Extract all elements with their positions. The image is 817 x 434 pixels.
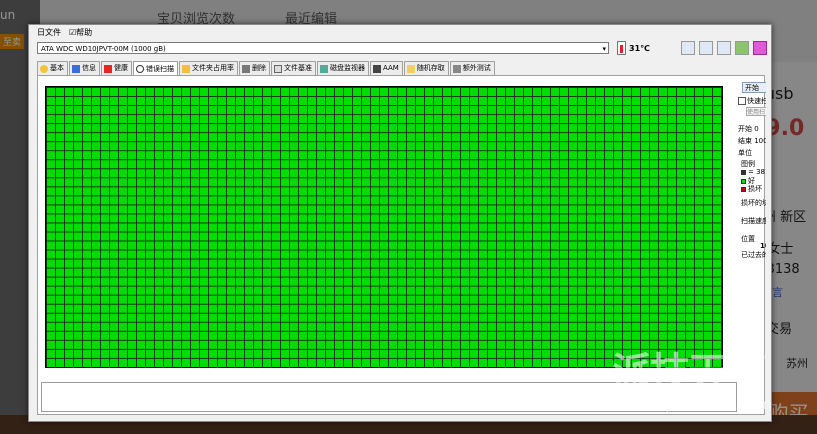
exit-icon[interactable]	[753, 41, 767, 55]
temperature-value: 31℃	[629, 43, 650, 53]
health-cross-icon	[104, 64, 112, 73]
temperature-display: 31℃	[617, 41, 650, 55]
toolbar-icons	[681, 41, 767, 55]
toolbar: ATA WDC WD10JPVT-00M (1000 gB) ▾ 31℃	[37, 39, 767, 61]
position-value: 10	[760, 242, 766, 250]
file-benchmark-icon	[274, 64, 282, 73]
tab-error-scan[interactable]: 错误扫描	[133, 61, 178, 76]
monitor-icon	[320, 64, 328, 73]
info-icon	[40, 64, 48, 73]
menu-bar: 日文件 ☑帮助	[37, 27, 92, 39]
save-icon[interactable]	[717, 41, 731, 55]
extra-tests-icon	[452, 64, 461, 73]
copy-screenshot-icon[interactable]	[699, 41, 713, 55]
start-button[interactable]: 开始	[742, 82, 766, 93]
drive-select-value: ATA WDC WD10JPVT-00M (1000 gB)	[41, 45, 166, 53]
quick-scan-checkbox[interactable]: 快速扫	[738, 96, 766, 106]
scan-speed-label: 扫描速度	[741, 217, 766, 225]
tab-disk-monitor[interactable]: 磁盘监视器	[317, 61, 369, 75]
tab-extra-tests[interactable]: 额外测试	[449, 61, 495, 75]
checkbox-icon	[738, 97, 746, 105]
tab-folder-usage[interactable]: 文件夹占用率	[179, 61, 238, 75]
position-label: 位置	[741, 235, 755, 243]
tab-random-access[interactable]: 随机存取	[403, 61, 449, 75]
watermark-logo: 派技天下	[612, 349, 766, 396]
tab-file-benchmark[interactable]: 文件基准	[271, 61, 316, 75]
legend-item-damaged: 损坏	[741, 184, 762, 194]
scan-grid	[46, 87, 722, 367]
legend-swatch	[741, 169, 746, 175]
use-scan-button[interactable]: 使用扫	[746, 107, 766, 116]
legend-swatch	[741, 186, 746, 192]
tab-info[interactable]: 信息	[69, 61, 100, 75]
drive-select[interactable]: ATA WDC WD10JPVT-00M (1000 gB) ▾	[37, 42, 609, 54]
tab-erase[interactable]: 删除	[239, 61, 270, 75]
magnifier-icon	[136, 65, 144, 73]
copy-info-icon[interactable]	[681, 41, 695, 55]
tab-bar: 基本 信息 健康 错误扫描 文件夹占用率 删除 文件基准 磁盘监视器 AAM 随…	[37, 61, 496, 76]
tab-health[interactable]: 健康	[101, 61, 132, 75]
damaged-blocks-label: 损坏的块	[741, 199, 766, 207]
person-icon	[72, 64, 80, 73]
tab-basic[interactable]: 基本	[37, 61, 68, 75]
menu-help[interactable]: ☑帮助	[69, 27, 92, 39]
start-position-label: 开始 0	[738, 125, 759, 133]
chevron-down-icon[interactable]: ▾	[602, 43, 606, 55]
elapsed-label: 已过去的	[741, 251, 766, 259]
legend-swatch	[741, 178, 746, 184]
thermometer-icon	[617, 41, 626, 55]
random-access-icon	[406, 64, 415, 73]
watermark-url: www.pcwaishe.com	[625, 395, 772, 413]
speaker-icon	[373, 64, 381, 73]
menu-file[interactable]: 日文件	[37, 27, 61, 39]
legend-item-block-size: = 381	[741, 168, 766, 176]
options-icon[interactable]	[735, 41, 749, 55]
tab-aam[interactable]: AAM	[370, 61, 403, 75]
folder-icon	[182, 64, 190, 73]
scan-block-map	[45, 86, 723, 368]
trash-icon	[242, 64, 250, 73]
end-position-label: 结束 1000	[738, 137, 766, 145]
unit-label: 单位	[738, 149, 752, 157]
